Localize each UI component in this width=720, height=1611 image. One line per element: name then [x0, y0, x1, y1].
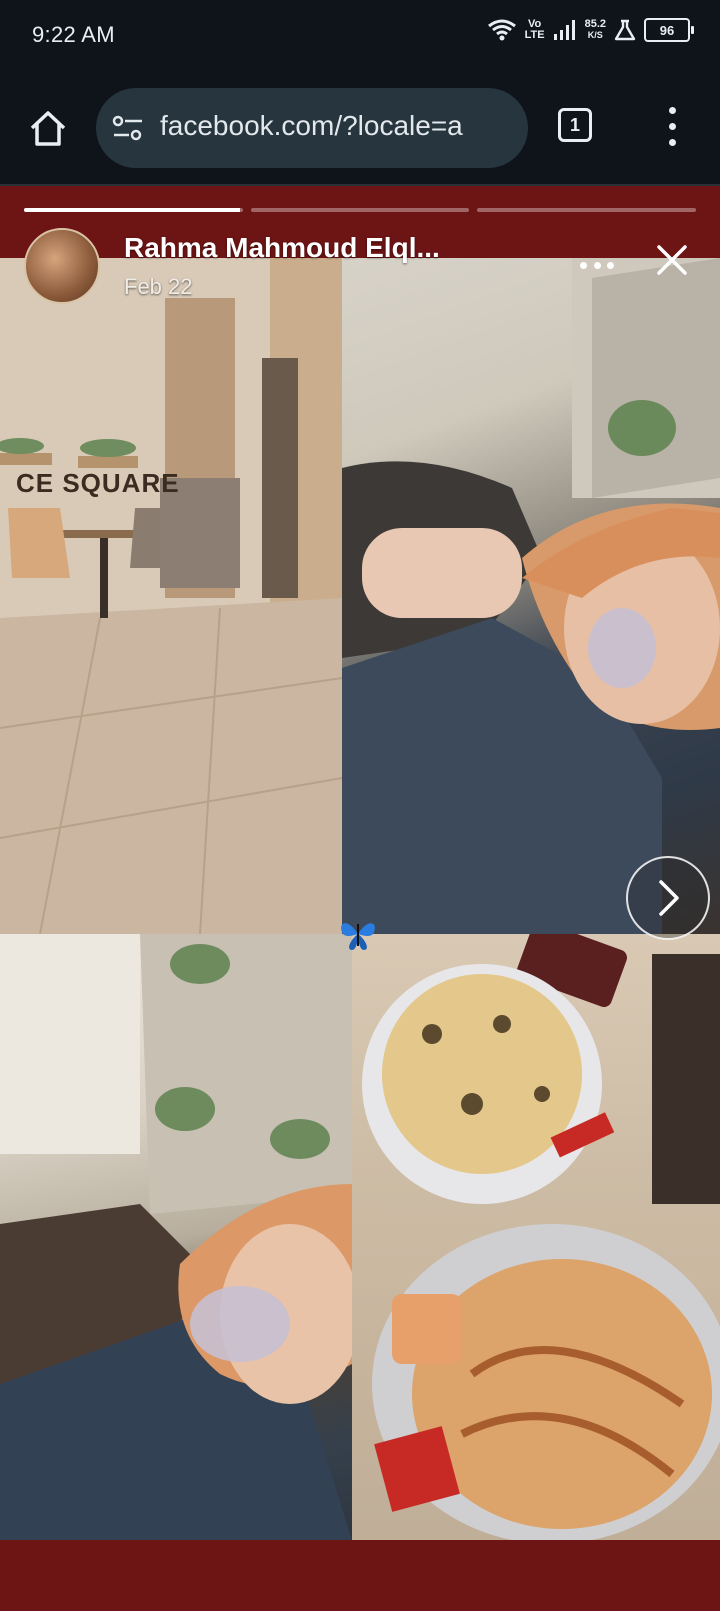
dot-icon — [580, 261, 587, 269]
progress-segment — [477, 208, 697, 212]
lab-flask-icon — [614, 19, 636, 41]
site-settings-icon[interactable] — [112, 114, 144, 142]
avatar[interactable] — [24, 228, 100, 304]
dot-icon — [668, 106, 676, 114]
photo-selfie — [342, 258, 720, 934]
story-author-name[interactable]: Rahma Mahmoud Elql... — [124, 232, 440, 264]
network-speed: 85.2 K/S — [584, 18, 606, 41]
photo-restaurant-interior: CE SQUARE — [0, 258, 342, 934]
progress-segment — [250, 208, 470, 212]
battery-icon: 96 — [644, 18, 694, 42]
story-viewer[interactable]: CE SQUARE Rahma Mahmoud Elql... Feb 22 — [0, 186, 720, 1611]
photo-pizzas — [352, 934, 720, 1540]
story-footer — [0, 1540, 720, 1611]
dot-icon — [668, 138, 676, 146]
wifi-icon — [487, 18, 517, 42]
dot-icon — [607, 261, 614, 269]
home-icon — [30, 111, 66, 146]
story-header: Rahma Mahmoud Elql... Feb 22 — [24, 228, 696, 318]
story-progress — [24, 208, 697, 212]
home-button[interactable] — [26, 106, 70, 150]
next-story-button[interactable] — [626, 856, 710, 940]
close-button[interactable] — [654, 242, 690, 278]
close-icon — [657, 245, 687, 275]
volte-indicator: Vo LTE — [524, 18, 545, 41]
browser-menu-button[interactable] — [660, 102, 684, 150]
photo-sign-text: CE SQUARE — [16, 468, 180, 498]
status-bar: 9:22 AM Vo LTE 85.2 K/S 96 — [0, 0, 720, 72]
signal-icon — [553, 19, 577, 41]
dot-icon — [668, 122, 676, 130]
chevron-right-icon — [659, 880, 679, 916]
story-date: Feb 22 — [124, 274, 193, 299]
progress-segment — [24, 208, 243, 212]
tab-switcher-button[interactable]: 1 — [558, 108, 592, 142]
status-icons: Vo LTE 85.2 K/S 96 — [487, 18, 694, 42]
butterfly-icon — [338, 914, 378, 954]
status-time: 9:22 AM — [32, 22, 115, 47]
progress-fill — [24, 208, 241, 212]
photo-selfie-second — [0, 934, 352, 1540]
dot-icon — [593, 261, 601, 269]
url-text[interactable]: facebook.com/?locale=a — [160, 110, 516, 142]
more-options-button[interactable] — [580, 258, 614, 272]
browser-toolbar: facebook.com/?locale=a 1 — [0, 72, 720, 186]
address-bar[interactable]: facebook.com/?locale=a — [96, 88, 528, 168]
